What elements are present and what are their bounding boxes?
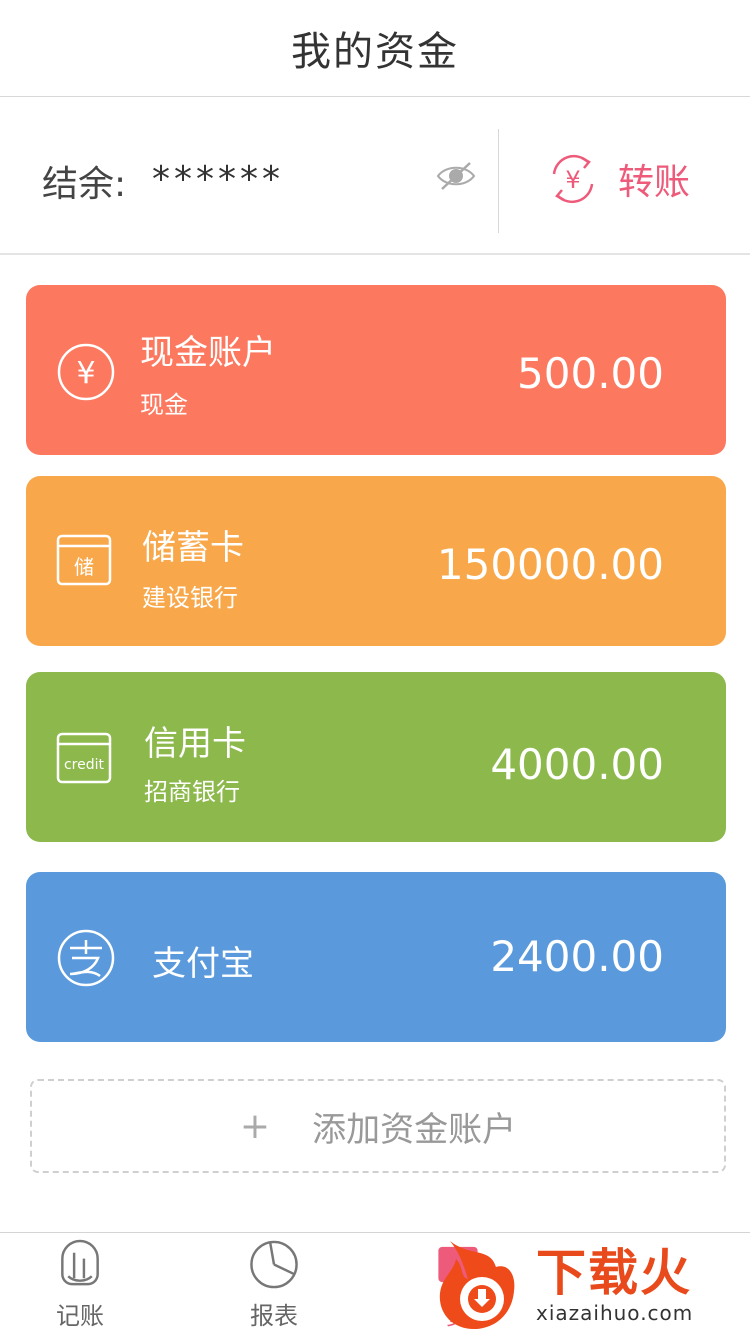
balance-label: 结余:: [42, 164, 127, 205]
account-card-cash[interactable]: ¥ 现金账户 现金 500.00: [26, 285, 726, 455]
account-name: 支付宝: [152, 944, 254, 984]
account-amount: 4000.00: [490, 740, 664, 789]
svg-text:credit: credit: [64, 757, 105, 773]
plus-icon: +: [239, 1105, 271, 1147]
watermark-en: xiazaihuo.com: [536, 1301, 694, 1325]
svg-text:¥: ¥: [76, 356, 95, 391]
account-sub: 现金: [140, 391, 188, 419]
balance-bar: 结余: ****** ¥ 转账: [0, 97, 750, 255]
account-name: 信用卡: [144, 724, 246, 764]
flame-logo-icon: [439, 1241, 515, 1329]
balance-value: ******: [152, 159, 284, 200]
credit-card-icon: credit: [56, 732, 112, 784]
tab-reports[interactable]: 报表: [214, 1239, 334, 1331]
svg-text:¥: ¥: [565, 166, 580, 194]
add-account-button[interactable]: + 添加资金账户: [30, 1079, 726, 1173]
savings-card-icon: 储: [56, 534, 112, 586]
transfer-button[interactable]: ¥ 转账: [546, 151, 690, 207]
account-amount: 150000.00: [436, 540, 664, 589]
account-name: 储蓄卡: [142, 528, 244, 568]
tab-label: 记账: [56, 1302, 104, 1330]
transfer-label: 转账: [618, 162, 691, 203]
account-amount: 500.00: [517, 349, 664, 398]
page-title: 我的资金: [291, 29, 459, 75]
tab-bookkeeping[interactable]: 记账: [20, 1239, 140, 1331]
account-amount: 2400.00: [490, 932, 664, 981]
nav-header: 我的资金: [0, 0, 750, 97]
pencil-cup-icon: [61, 1239, 99, 1286]
yen-circle-icon: ¥: [57, 343, 115, 401]
account-card-alipay[interactable]: 支付宝 2400.00: [26, 872, 726, 1042]
account-sub: 招商银行: [144, 778, 240, 806]
account-card-credit[interactable]: credit 信用卡 招商银行 4000.00: [26, 672, 726, 842]
account-card-savings[interactable]: 储 储蓄卡 建设银行 150000.00: [26, 476, 726, 646]
watermark-logo: 下载火 xiazaihuo.com: [430, 1236, 750, 1334]
transfer-yen-icon: ¥: [552, 154, 594, 204]
pie-chart-icon: [250, 1240, 298, 1289]
hide-balance-button[interactable]: [434, 159, 478, 193]
eye-slash-icon: [436, 162, 476, 190]
alipay-icon: [57, 929, 115, 987]
svg-text:储: 储: [74, 555, 94, 579]
divider: [498, 129, 499, 233]
tab-label: 报表: [250, 1302, 298, 1330]
account-sub: 建设银行: [142, 584, 238, 612]
add-account-label: 添加资金账户: [312, 1109, 517, 1150]
account-name: 现金账户: [140, 333, 276, 373]
watermark-cn: 下载火: [536, 1244, 692, 1302]
